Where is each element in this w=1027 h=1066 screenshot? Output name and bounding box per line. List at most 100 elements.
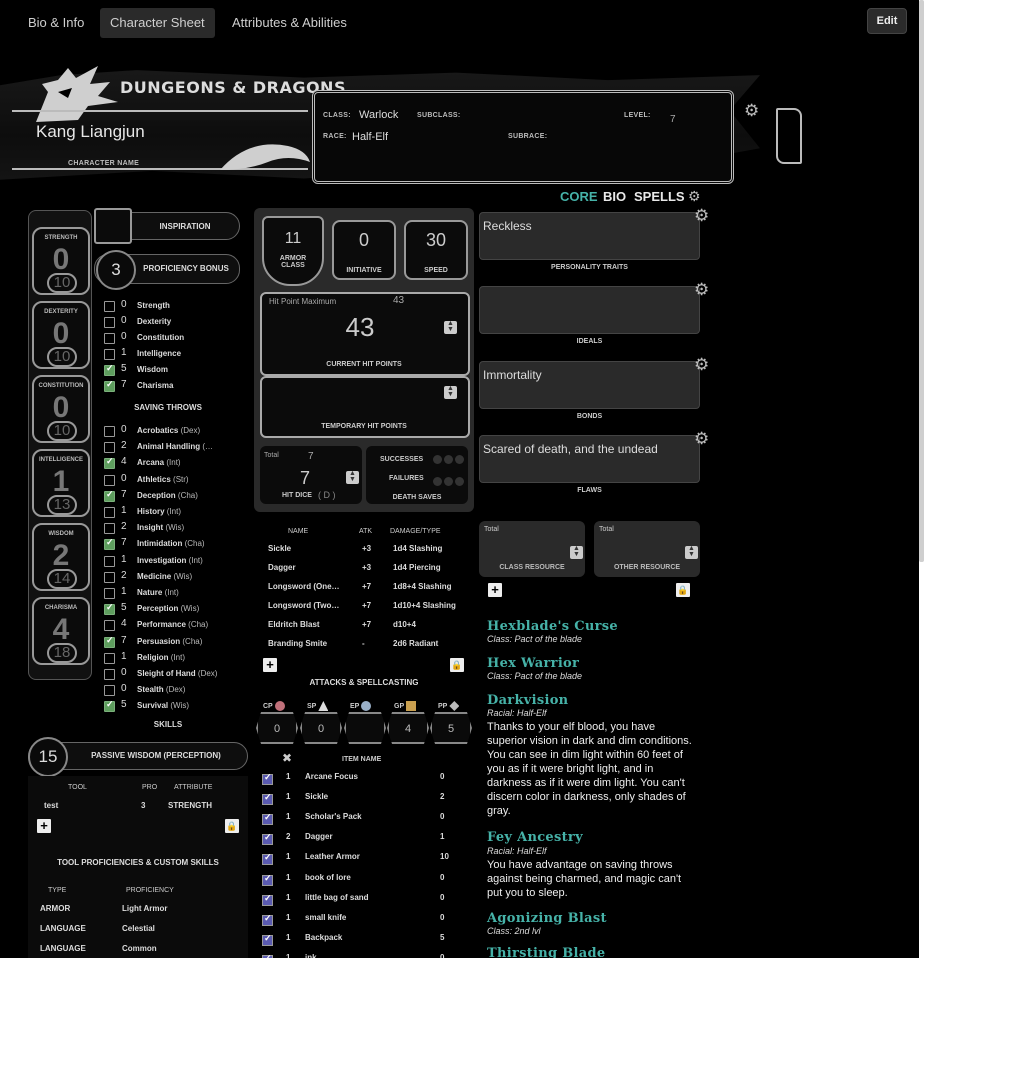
proficiency-checkbox[interactable] (104, 620, 115, 632)
temp-hp-spinner-icon[interactable]: ▲ ▼ (444, 385, 457, 399)
failure-dot-1[interactable] (433, 477, 442, 486)
hit-dice-spinner-icon[interactable]: ▲ ▼ (346, 470, 359, 484)
equipped-checkbox[interactable] (262, 772, 273, 785)
personality-traits-gear-icon[interactable]: ⚙ (694, 207, 709, 224)
attack-damage[interactable]: 2d6 Radiant (393, 639, 438, 653)
nav-settings-gear-icon[interactable]: ⚙ (688, 188, 701, 205)
equipped-checkbox[interactable] (262, 893, 273, 906)
prof-value[interactable]: Common (122, 944, 157, 953)
attack-damage[interactable]: 1d8+4 Slashing (393, 582, 451, 596)
level-value[interactable]: 7 (670, 114, 676, 125)
proficiency-checkbox[interactable] (104, 379, 115, 392)
equipment-row[interactable]: 1 small knife 0 (262, 913, 462, 927)
hp-spinner-icon[interactable]: ▲ ▼ (444, 320, 457, 334)
failure-dot-2[interactable] (444, 477, 453, 486)
item-weight[interactable]: 0 (440, 873, 444, 882)
nav-spells[interactable]: SPELLS (634, 189, 685, 204)
equipped-checkbox[interactable] (262, 792, 273, 806)
current-hp-value[interactable]: 43 (330, 312, 390, 343)
equipped-checkbox[interactable] (262, 953, 273, 958)
item-name[interactable]: little bag of sand (305, 893, 369, 902)
equipped-checkbox[interactable] (262, 852, 273, 866)
item-qty[interactable]: 1 (286, 933, 290, 942)
prof-value[interactable]: Light Armor (122, 904, 167, 913)
equipment-row[interactable]: 1 Backpack 5 (262, 933, 462, 947)
attack-bonus[interactable]: +7 (362, 582, 371, 596)
equipped-checkbox[interactable] (262, 913, 273, 926)
other-resource-box[interactable]: Total ▲ ▼ OTHER RESOURCE (594, 521, 700, 577)
ability-charisma[interactable]: CHARISMA 4 18 (32, 597, 90, 665)
equipped-checkbox[interactable] (262, 873, 273, 886)
add-tool-button[interactable]: + (37, 819, 51, 833)
proficiency-checkbox[interactable] (104, 685, 115, 697)
equipment-row[interactable]: 1 Arcane Focus 0 (262, 772, 462, 786)
equipment-row[interactable]: 2 Dagger 1 (262, 832, 462, 846)
coin-ep-input[interactable] (344, 712, 386, 744)
proficiency-checkbox[interactable] (104, 474, 115, 486)
attack-name[interactable]: Branding Smite (268, 639, 327, 653)
proficiency-checkbox[interactable] (104, 699, 115, 713)
coin-gp-input[interactable]: 4 (387, 712, 429, 744)
attacks-lock-icon[interactable]: 🔒 (450, 658, 464, 672)
attack-name[interactable]: Longsword (One… (268, 582, 340, 596)
item-weight[interactable]: 0 (440, 913, 444, 922)
coin-sp-input[interactable]: 0 (300, 712, 342, 744)
item-name[interactable]: Sickle (305, 792, 328, 801)
item-name[interactable]: ink (305, 953, 317, 958)
flaws-gear-icon[interactable]: ⚙ (694, 430, 709, 447)
item-weight[interactable]: 0 (440, 953, 444, 958)
tool-name[interactable]: test (44, 801, 58, 810)
class-resource-box[interactable]: Total ▲ ▼ CLASS RESOURCE (479, 521, 585, 577)
tab-character-sheet[interactable]: Character Sheet (100, 8, 215, 38)
attack-name[interactable]: Eldritch Blast (268, 620, 320, 634)
proficiency-checkbox[interactable] (104, 555, 115, 567)
attack-name[interactable]: Sickle (268, 544, 291, 558)
item-qty[interactable]: 1 (286, 852, 290, 861)
item-qty[interactable]: 1 (286, 772, 290, 781)
initiative-box[interactable]: 0 INITIATIVE (332, 220, 396, 280)
attack-damage[interactable]: 1d4 Piercing (393, 563, 441, 577)
character-name-input[interactable]: Kang Liangjun (36, 122, 145, 142)
scrollbar[interactable] (919, 0, 924, 562)
class-value[interactable]: Warlock (359, 109, 398, 121)
proficiency-checkbox[interactable] (104, 363, 115, 376)
other-resource-spinner-icon[interactable]: ▲ ▼ (685, 545, 698, 559)
proficiency-checkbox[interactable] (104, 537, 115, 551)
item-name[interactable]: small knife (305, 913, 346, 922)
equipped-checkbox[interactable] (262, 812, 273, 826)
attack-damage[interactable]: 1d4 Slashing (393, 544, 442, 558)
item-name[interactable]: Backpack (305, 933, 342, 942)
item-weight[interactable]: 0 (440, 772, 444, 781)
attack-bonus[interactable]: - (362, 639, 365, 653)
ability-intelligence[interactable]: INTELLIGENCE 1 13 (32, 449, 90, 517)
lock-icon[interactable]: 🔒 (225, 819, 239, 833)
tab-attributes-abilities[interactable]: Attributes & Abilities (222, 8, 357, 38)
tool-attribute[interactable]: STRENGTH (168, 801, 212, 810)
attack-name[interactable]: Dagger (268, 563, 296, 577)
ability-score[interactable]: 13 (47, 495, 77, 515)
item-name[interactable]: Arcane Focus (305, 772, 358, 781)
item-qty[interactable]: 1 (286, 953, 290, 958)
equipped-checkbox[interactable] (262, 933, 273, 946)
proficiency-checkbox[interactable] (104, 571, 115, 583)
attack-bonus[interactable]: +3 (362, 563, 371, 577)
equipment-row[interactable]: 1 Scholar's Pack 0 (262, 812, 462, 826)
equipment-row[interactable]: 1 Sickle 2 (262, 792, 462, 806)
attack-bonus[interactable]: +7 (362, 601, 371, 615)
item-weight[interactable]: 0 (440, 812, 444, 821)
success-dot-1[interactable] (433, 455, 442, 464)
proficiency-checkbox[interactable] (104, 635, 115, 648)
proficiency-checkbox[interactable] (104, 333, 115, 344)
bonds-gear-icon[interactable]: ⚙ (694, 356, 709, 373)
item-qty[interactable]: 1 (286, 812, 290, 821)
ability-dexterity[interactable]: DEXTERITY 0 10 (32, 301, 90, 369)
item-name[interactable]: Dagger (305, 832, 333, 841)
item-qty[interactable]: 2 (286, 832, 290, 841)
item-name[interactable]: Leather Armor (305, 852, 360, 861)
item-qty[interactable]: 1 (286, 913, 290, 922)
hit-dice-total[interactable]: 7 (308, 451, 314, 462)
proficiency-checkbox[interactable] (104, 301, 115, 312)
hp-max-value[interactable]: 43 (393, 295, 404, 306)
add-feature-button[interactable]: + (488, 583, 502, 597)
item-qty[interactable]: 1 (286, 873, 290, 882)
